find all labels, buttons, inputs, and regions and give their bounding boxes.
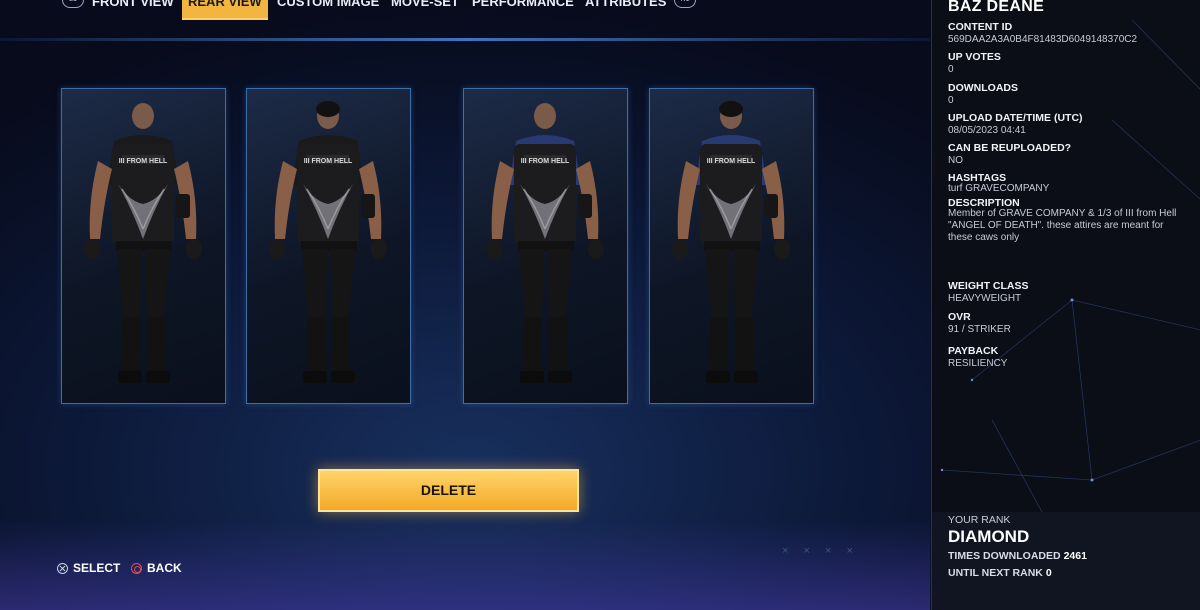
decorative-x-marks: × × × × [782,545,859,557]
downloads-value: 0 [948,95,954,106]
up-votes-label: UP VOTES [948,51,1001,63]
times-downloaded-label: TIMES DOWNLOADED [948,550,1061,562]
details-panel: BAZ DEANE CONTENT ID 569DAA2A3A0B4F81483… [931,0,1200,610]
attire-card-1[interactable]: III FROM HELL [61,88,226,404]
r1-bumper-icon[interactable]: R1 [674,0,696,8]
wrestler-rear-figure: III FROM HELL [672,101,790,383]
tab-rear-view[interactable]: REAR VIEW [182,0,268,20]
weight-class-label: WEIGHT CLASS [948,280,1029,292]
description-value: Member of GRAVE COMPANY & 1/3 of III fro… [948,208,1177,243]
tab-attributes[interactable]: ATTRIBUTES [579,0,672,18]
reupload-label: CAN BE REUPLOADED? [948,142,1072,154]
header-glow-line [0,38,930,41]
svg-text:III FROM HELL: III FROM HELL [707,158,756,165]
delete-button[interactable]: DELETE [318,469,579,512]
rank-label: YOUR RANK [948,514,1011,526]
svg-text:III FROM HELL: III FROM HELL [304,158,353,165]
select-hint[interactable]: SELECT [57,561,120,575]
wrestler-rear-figure: III FROM HELL [269,101,387,383]
content-id-label: CONTENT ID [948,21,1013,33]
attire-card-3[interactable]: III FROM HELL [463,88,628,404]
payback-label: PAYBACK [948,345,999,357]
downloads-label: DOWNLOADS [948,82,1018,94]
tab-move-set[interactable]: MOVE-SET [385,0,465,18]
until-next-rank: UNTIL NEXT RANK 0 [948,567,1052,579]
hashtags-value: turf GRAVECOMPANY [948,183,1050,194]
up-votes-value: 0 [948,64,954,75]
rank-name: DIAMOND [948,527,1030,546]
reupload-value: NO [948,155,963,166]
weight-class-value: HEAVYWEIGHT [948,293,1022,304]
rank-box: YOUR RANK DIAMOND TIMES DOWNLOADED 2461 U… [932,512,1200,610]
attire-card-4[interactable]: III FROM HELL [649,88,814,404]
times-downloaded: TIMES DOWNLOADED 2461 [948,550,1087,562]
svg-text:III FROM HELL: III FROM HELL [119,158,168,165]
until-next-rank-label: UNTIL NEXT RANK [948,567,1043,579]
creation-name: BAZ DEANE [948,0,1045,15]
back-hint[interactable]: BACK [131,561,182,575]
until-next-rank-value: 0 [1045,567,1052,579]
content-id-value: 569DAA2A3A0B4F81483D6049148370C2 [948,34,1138,45]
select-hint-label: SELECT [73,561,121,575]
svg-text:III FROM HELL: III FROM HELL [521,158,570,165]
tab-custom-image[interactable]: CUSTOM IMAGE [271,0,385,18]
cross-button-icon [57,562,68,574]
l1-bumper-icon[interactable]: L1 [62,0,84,8]
times-downloaded-value: 2461 [1063,550,1087,562]
payback-value: RESILIENCY [948,358,1008,369]
upload-date-value: 08/05/2023 04:41 [948,125,1026,136]
attire-card-2[interactable]: III FROM HELL [246,88,411,404]
wrestler-rear-figure: III FROM HELL [486,103,604,383]
wrestler-rear-figure: III FROM HELL [84,103,202,383]
ovr-value: 91 / STRIKER [948,324,1011,335]
back-hint-label: BACK [147,561,182,575]
tab-performance[interactable]: PERFORMANCE [466,0,580,18]
ovr-label: OVR [948,311,971,323]
tab-front-view[interactable]: FRONT VIEW [86,0,180,18]
upload-date-label: UPLOAD DATE/TIME (UTC) [948,112,1083,124]
circle-button-icon [131,562,142,574]
